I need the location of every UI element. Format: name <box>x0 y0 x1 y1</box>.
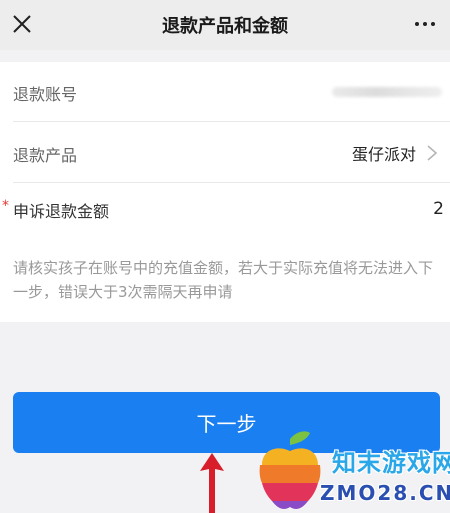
more-dots-icon <box>431 22 435 26</box>
account-value-blurred <box>332 87 442 97</box>
product-value: 蛋仔派对 <box>351 145 416 164</box>
up-arrow-icon <box>200 453 224 513</box>
refund-form-card: 退款账号 退款产品 蛋仔派对 * 申诉退款金额 请核实孩子在账号中的充值金额，若… <box>0 62 450 322</box>
watermark-domain: ZMO28.CN <box>320 481 450 505</box>
watermark: 知末游戏网 ZMO28.CN <box>250 423 450 513</box>
apple-logo-icon <box>259 431 321 509</box>
chevron-right-icon <box>427 145 438 161</box>
top-bar: 退款产品和金额 <box>0 0 450 50</box>
page-title: 退款产品和金额 <box>162 16 288 37</box>
product-row[interactable]: 退款产品 蛋仔派对 <box>0 123 450 183</box>
account-label: 退款账号 <box>13 85 78 104</box>
divider <box>13 121 450 122</box>
amount-label: 申诉退款金额 <box>13 202 110 221</box>
more-dots-icon <box>423 22 427 26</box>
hint-text: 请核实孩子在账号中的充值金额，若大于实际充值将无法进入下一步，错误大于3次需隔天… <box>13 259 434 301</box>
watermark-site-name: 知末游戏网 <box>332 449 450 477</box>
required-mark: * <box>2 198 9 214</box>
more-button[interactable] <box>408 10 442 38</box>
divider <box>13 182 450 183</box>
more-dots-icon <box>415 22 419 26</box>
product-label: 退款产品 <box>13 146 78 165</box>
amount-input[interactable] <box>344 196 444 222</box>
account-row: 退款账号 <box>0 62 450 122</box>
amount-row: * 申诉退款金额 <box>0 184 450 234</box>
